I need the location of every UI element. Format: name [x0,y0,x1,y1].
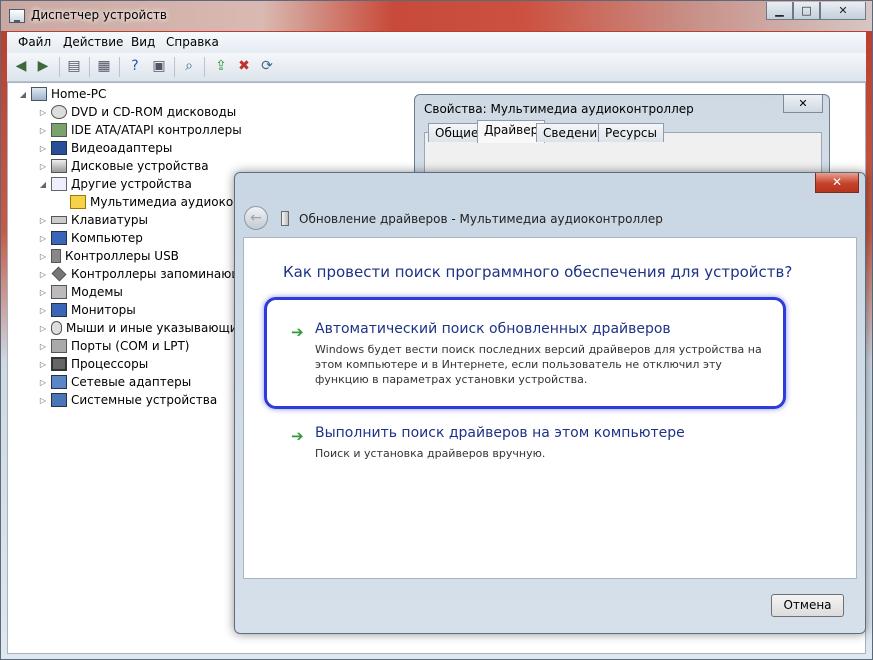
tree-item[interactable]: ▷ Сетевые адаптеры [38,373,191,391]
menu-file[interactable]: Файл [18,35,51,49]
cancel-button[interactable]: Отмена [771,594,844,617]
green-arrow-icon: ➔ [291,427,304,445]
browse-description: Поиск и установка драйверов вручную. [315,447,546,460]
tree-item[interactable]: ▷ Мыши и иные указывающие [38,319,245,337]
tree-item-other-devices[interactable]: ◢ Другие устройства [38,175,192,193]
network-adapter-icon [51,375,67,389]
view-icon[interactable]: ▣ [150,57,168,75]
warning-icon [70,195,86,209]
uninstall-icon[interactable]: ✖ [235,57,253,75]
tree-item[interactable]: ▷ Клавиатуры [38,211,148,229]
menu-help[interactable]: Справка [166,35,219,49]
storage-controller-icon [51,266,67,282]
tree-item[interactable]: ▷ Порты (COM и LPT) [38,337,189,355]
tree-item[interactable]: ▷ IDE ATA/ATAPI контроллеры [38,121,242,139]
close-button[interactable]: ✕ [820,2,866,20]
computer-icon [31,87,47,101]
processor-icon [51,357,67,371]
tree-item[interactable]: ▷ DVD и CD-ROM дисководы [38,103,236,121]
enable-device-icon[interactable]: ⟳ [258,57,276,75]
display-adapter-icon [51,141,67,155]
dvd-drive-icon [51,105,67,119]
keyboard-icon [51,216,67,224]
tree-item[interactable]: ▷ Контроллеры USB [38,247,179,265]
tree-item-multimedia[interactable]: Мультимедиа аудиоконтр [70,193,256,211]
menu-view[interactable]: Вид [131,35,155,49]
maximize-button[interactable]: □ [793,2,820,20]
tree-item[interactable]: ▷ Системные устройства [38,391,217,409]
forward-arrow-icon[interactable]: ▶ [34,57,52,75]
device-manager-icon [9,9,25,23]
properties-close-button[interactable]: ✕ [783,95,823,113]
ide-controller-icon [51,123,67,137]
toolbar: ◀ ▶ ▤ ▦ ? ▣ ⌕ ⇪ ✖ ⟳ [7,53,866,82]
browse-title[interactable]: Выполнить поиск драйверов на этом компью… [315,425,685,441]
minimize-button[interactable]: ▁ [766,2,793,20]
computer-icon [51,231,67,245]
tree-item[interactable]: ▷ Дисковые устройства [38,157,209,175]
help-icon[interactable]: ? [126,57,144,75]
highlight-frame [264,297,786,409]
back-button[interactable]: ← [244,206,268,230]
other-devices-icon [51,177,67,191]
wizard-title: Обновление драйверов - Мультимедиа аудио… [299,212,663,226]
menu-action[interactable]: Действие [63,35,123,49]
usb-icon [51,249,61,263]
wizard-close-button[interactable]: ✕ [815,173,859,193]
title-bar[interactable]: Диспетчер устройств ▁ □ ✕ [1,1,872,31]
tab-resources[interactable]: Ресурсы [598,123,665,142]
disk-drive-icon [51,159,67,173]
tree-item[interactable]: ▷ Мониторы [38,301,136,319]
mouse-icon [51,321,62,335]
tree-root[interactable]: ◢ Home-PC [18,85,106,103]
menu-bar: Файл Действие Вид Справка [7,32,866,53]
properties-icon[interactable]: ▦ [95,57,113,75]
tree-item[interactable]: ▷ Модемы [38,283,123,301]
tree-item[interactable]: ▷ Процессоры [38,355,148,373]
window-title: Диспетчер устройств [31,8,168,22]
tree-item[interactable]: ▷ Компьютер [38,229,143,247]
port-icon [51,339,67,353]
update-driver-icon[interactable]: ⇪ [212,57,230,75]
scan-hardware-icon[interactable]: ⌕ [180,57,198,75]
device-icon [281,211,289,226]
system-devices-icon [51,393,67,407]
tab-driver[interactable]: Драйвер [477,120,546,143]
back-arrow-icon[interactable]: ◀ [12,57,30,75]
properties-title: Свойства: Мультимедиа аудиоконтроллер [424,102,694,116]
tree-item[interactable]: ▷ Контроллеры запоминающих [38,265,258,283]
console-tree-icon[interactable]: ▤ [65,57,83,75]
monitor-icon [51,303,67,317]
collapse-icon[interactable]: ◢ [18,90,28,99]
modem-icon [51,285,67,299]
tree-item[interactable]: ▷ Видеоадаптеры [38,139,172,157]
wizard-heading: Как провести поиск программного обеспече… [283,263,793,281]
tree-root-label: Home-PC [51,87,107,101]
